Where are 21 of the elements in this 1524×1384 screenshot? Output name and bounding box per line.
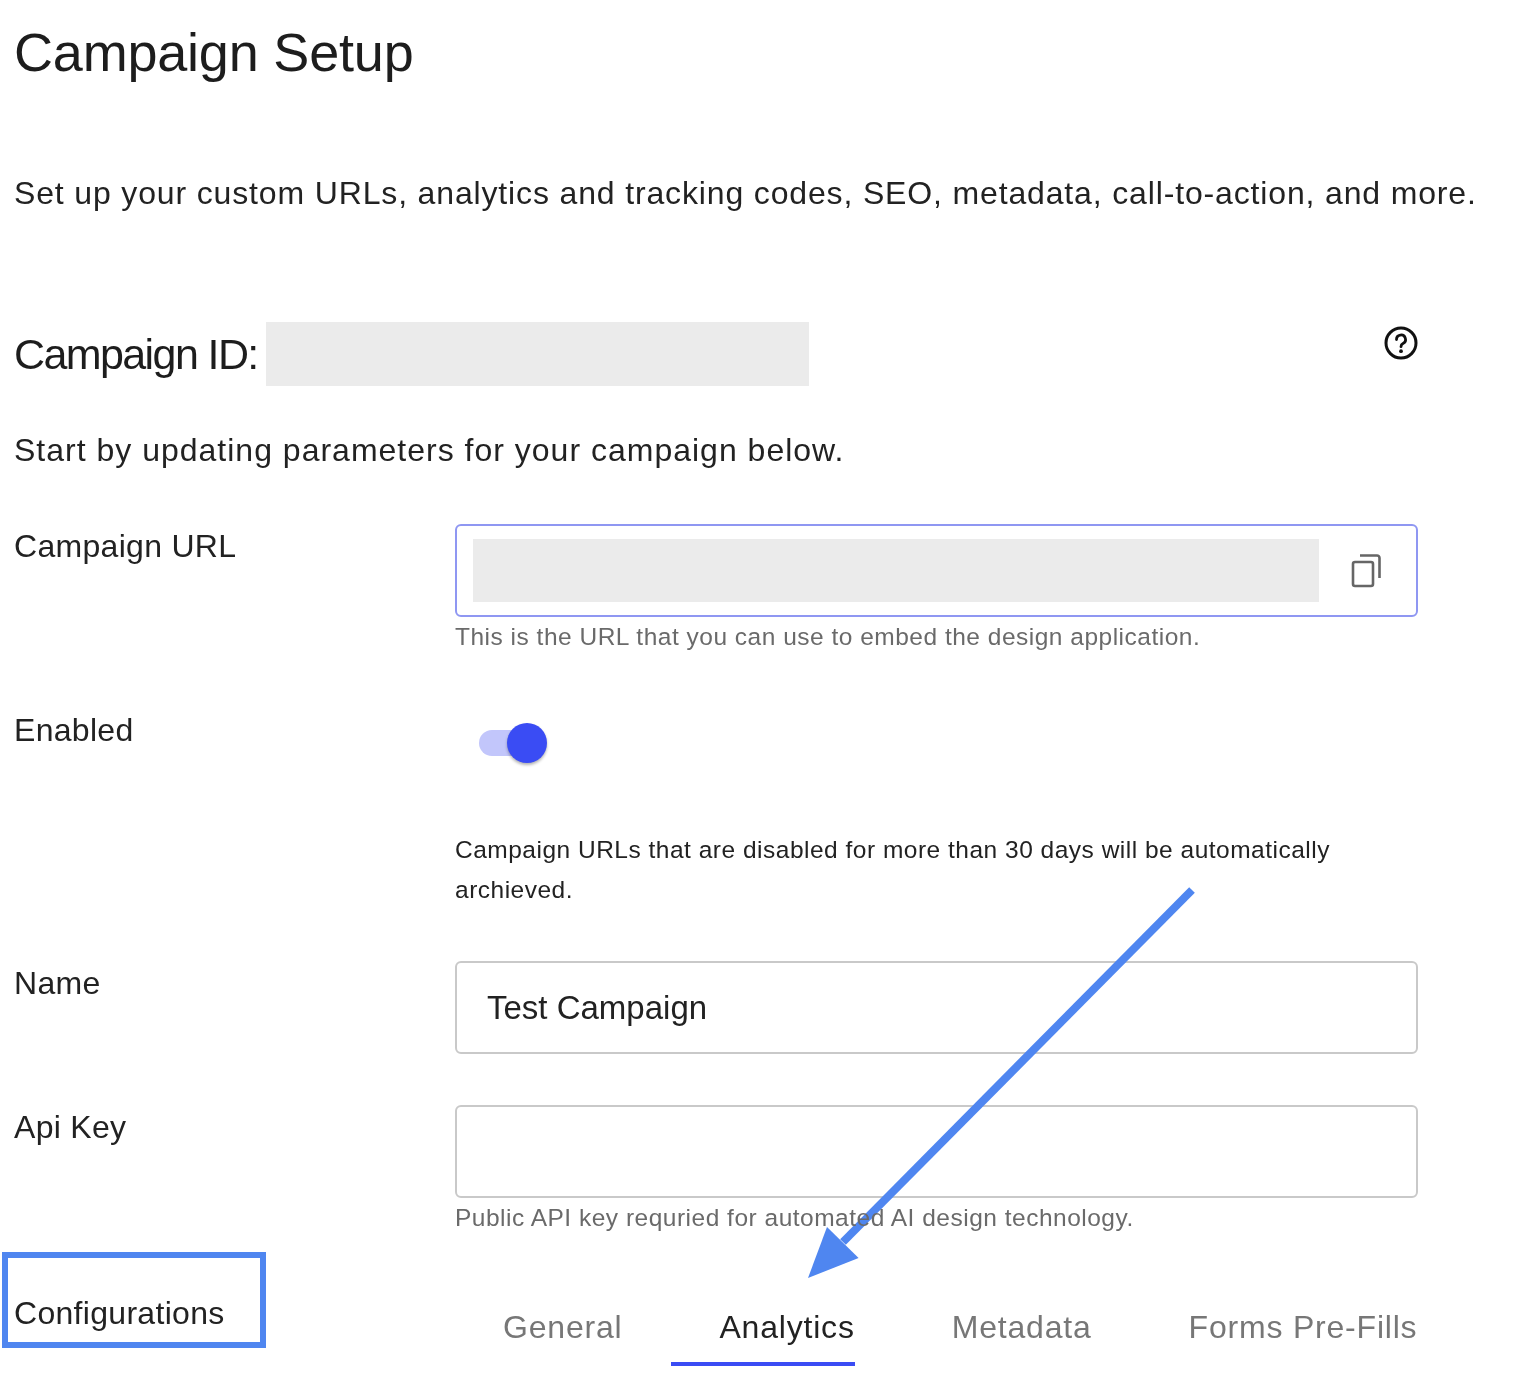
configurations-label: Configurations — [14, 1294, 225, 1333]
helper-text: This is the URL that you can use to embed the design application. — [455, 622, 1202, 652]
field-label: Campaign URL — [14, 527, 237, 566]
input-field[interactable] — [455, 1105, 1418, 1198]
tab[interactable]: Metadata — [903, 1307, 1092, 1366]
page-description: Set up your custom URLs, analytics and tracking codes, SEO, metadata, call-to-action, and more. — [14, 174, 1477, 213]
campaign-id-label: Campaign ID: — [14, 329, 258, 379]
field-label: Name — [14, 964, 101, 1003]
tab[interactable]: General — [455, 1307, 623, 1366]
field-label: Enabled — [14, 711, 134, 750]
tab[interactable]: Analytics — [671, 1307, 855, 1366]
toggle-switch[interactable] — [479, 723, 548, 765]
field-label: Api Key — [14, 1108, 127, 1147]
intro-text: Start by updating parameters for your campaign below. — [14, 431, 845, 470]
page-title: Campaign Setup — [14, 21, 414, 84]
tab[interactable]: Forms Pre-Fills — [1140, 1307, 1418, 1366]
help-icon[interactable] — [1384, 326, 1418, 360]
url-field[interactable] — [455, 524, 1418, 617]
copy-icon[interactable] — [1351, 553, 1381, 588]
input-field[interactable]: Test Campaign — [455, 961, 1418, 1054]
note-text: Campaign URLs that are disabled for more than 30 days will be automatically archieved. — [455, 835, 1331, 905]
